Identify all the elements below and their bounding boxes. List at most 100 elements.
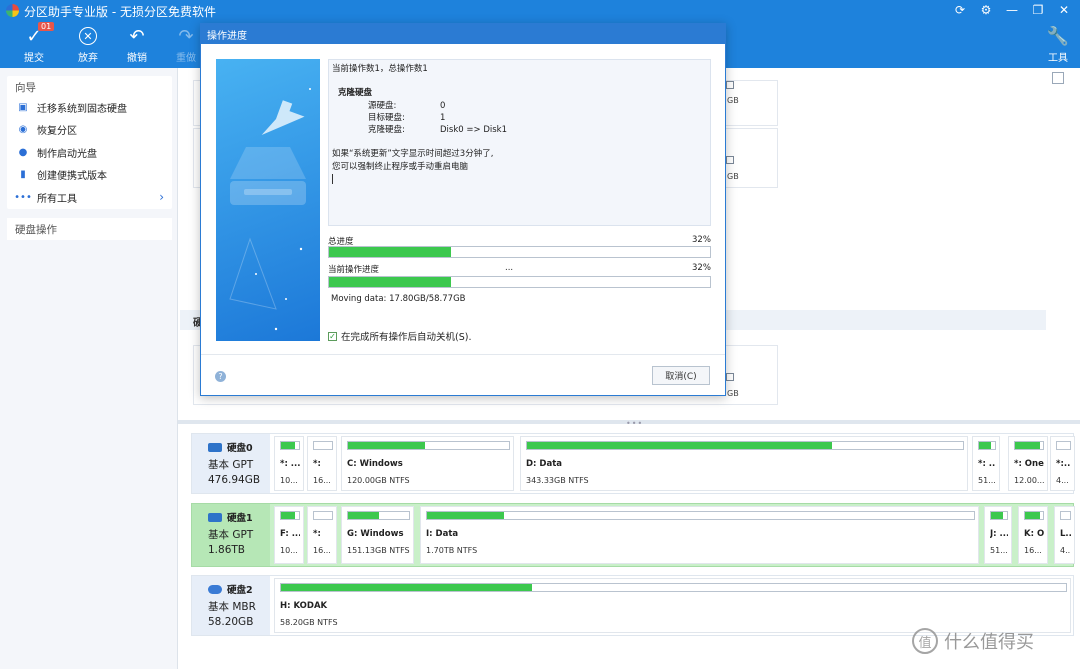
current-progress-label: 当前操作进度	[328, 265, 380, 275]
partition-detail: 58.20GB NTFS	[280, 618, 338, 627]
partition-usage-fill	[348, 512, 379, 519]
tools-button[interactable]: 🔧 工具	[1038, 24, 1078, 65]
partition-block[interactable]: *: ... 10...	[274, 436, 304, 491]
checkbox-icon	[726, 156, 734, 164]
log-row: 克隆硬盘: Disk0 => Disk1	[332, 124, 707, 136]
partition-block[interactable]: D: Data 343.33GB NTFS	[520, 436, 968, 491]
dialog-illustration	[216, 59, 320, 341]
checkbox-checked-icon: ✓	[328, 331, 337, 341]
partition-usage-bar	[526, 441, 964, 450]
log-note: 如果“系统更新”文字显示时间超过3分钟了,	[332, 149, 494, 160]
partition-block[interactable]: I: Data 1.70TB NTFS	[420, 506, 979, 564]
minimize-button[interactable]: —	[1002, 2, 1022, 18]
app-title: 分区助手专业版 - 无损分区免费软件	[24, 5, 216, 19]
pending-count-badge: 01	[38, 22, 55, 31]
migrate-icon: ▣	[18, 101, 28, 113]
sidebar-item-boot-disc[interactable]: ● 制作启动光盘	[7, 141, 172, 164]
disk-row[interactable]: 硬盘1 基本 GPT 1.86TB F: ... 10... *: 16... G: Wind…	[191, 503, 1075, 567]
discard-button[interactable]: ✕ 放弃	[68, 24, 108, 64]
total-progress-fill	[329, 247, 451, 257]
help-icon[interactable]: ?	[215, 371, 226, 382]
disk-name: 硬盘0	[208, 440, 270, 454]
submit-button[interactable]: ✓ 01 提交	[14, 22, 55, 64]
partition-block[interactable]: *: ... 51...	[972, 436, 1000, 491]
disk-info[interactable]: 硬盘0 基本 GPT 476.94GB	[192, 434, 270, 493]
partition-block[interactable]: *: 16...	[307, 436, 337, 491]
partition-label: *: ...	[280, 459, 300, 469]
close-button[interactable]: ✕	[1054, 2, 1074, 18]
partition-block[interactable]: G: Windows 151.13GB NTFS	[341, 506, 414, 564]
recover-icon: ◉	[18, 124, 28, 136]
auto-shutdown-checkbox[interactable]: ✓ 在完成所有操作后自动关机(S).	[328, 329, 471, 343]
disk-row[interactable]: 硬盘0 基本 GPT 476.94GB *: ... 10... *: 16... C: Wi…	[191, 433, 1075, 494]
disk-info[interactable]: 硬盘1 基本 GPT 1.86TB	[192, 504, 270, 566]
partition-detail: 120.00GB NTFS	[347, 476, 410, 485]
total-progress-percent: 32%	[692, 235, 711, 245]
partition-block[interactable]: H: KODAK 58.20GB NTFS	[274, 578, 1071, 633]
sidebar-item-label: 创建便携式版本	[37, 171, 107, 183]
partition-block[interactable]: K: O... 16...	[1018, 506, 1048, 564]
partition-label: *: One...	[1014, 459, 1044, 469]
sidebar-item-all-tools[interactable]: ••• 所有工具 ›	[7, 186, 172, 209]
partition-detail: 151.13GB NTFS	[347, 546, 410, 555]
partition-detail: 1.70TB NTFS	[426, 546, 478, 555]
partition-usage-bar	[280, 441, 300, 450]
partition-block[interactable]: L... 4...	[1054, 506, 1075, 564]
partition-block[interactable]: *: One... 12.00...	[1008, 436, 1048, 491]
cancel-button[interactable]: 取消(C)	[652, 366, 710, 385]
partition-detail: 10...	[280, 546, 298, 555]
partition-block[interactable]: F: ... 10...	[274, 506, 304, 564]
sidebar-item-migrate-os[interactable]: ▣ 迁移系统到固态硬盘	[7, 96, 172, 119]
partition-block[interactable]: J: ... 51...	[984, 506, 1012, 564]
partition-label: I: Data	[426, 529, 459, 539]
partition-usage-bar	[1056, 441, 1071, 450]
restore-button[interactable]: ❐	[1028, 2, 1048, 18]
text-cursor	[332, 174, 333, 185]
download-tray-icon	[229, 88, 311, 331]
partition-detail: 16...	[1024, 546, 1042, 555]
partition-detail: 4...	[1060, 546, 1071, 555]
disk-row[interactable]: 硬盘2 基本 MBR 58.20GB H: KODAK 58.20GB NTFS	[191, 575, 1074, 636]
sidebar-item-label: 制作启动光盘	[37, 148, 97, 160]
current-progress-bar	[328, 276, 711, 288]
hard-disk-icon	[208, 442, 222, 452]
disk-size: 1.86TB	[208, 544, 245, 556]
disk-info[interactable]: 硬盘2 基本 MBR 58.20GB	[192, 576, 270, 635]
partition-label: D: Data	[526, 459, 563, 469]
view-toggle-icon[interactable]	[1052, 72, 1064, 84]
settings-icon[interactable]: ⚙	[976, 2, 996, 18]
undo-label: 撤销	[127, 53, 147, 64]
operation-log: 当前操作数1，总操作数1 克隆硬盘 源硬盘: 0 目标硬盘: 1 克隆硬盘: D…	[328, 59, 711, 226]
undo-button[interactable]: ↶ 撤销	[117, 24, 157, 65]
partition-block[interactable]: *: 16...	[307, 506, 337, 564]
log-key: 目标硬盘:	[368, 112, 405, 123]
disk-name-text: 硬盘0	[227, 443, 253, 454]
checkbox-icon	[726, 81, 734, 89]
sidebar-item-label: 迁移系统到固态硬盘	[37, 103, 127, 115]
sidebar-item-portable[interactable]: ▮ 创建便携式版本	[7, 164, 172, 187]
usb-icon: ▮	[20, 169, 26, 181]
submit-label: 提交	[24, 53, 44, 64]
partition-block[interactable]: *:... 4...	[1050, 436, 1075, 491]
partition-label: H: KODAK	[280, 601, 328, 611]
partition-usage-fill	[427, 512, 504, 519]
partition-usage-bar	[313, 511, 333, 520]
log-value: 1	[440, 112, 446, 123]
watermark-text: 什么值得买	[944, 632, 1034, 653]
partition-usage-bar	[1014, 441, 1044, 450]
partition-usage-fill	[1025, 512, 1041, 519]
sidebar-item-recover-partition[interactable]: ◉ 恢复分区	[7, 119, 172, 142]
refresh-icon[interactable]: ⟳	[950, 2, 970, 18]
partition-detail: 16...	[313, 476, 331, 485]
sidebar-item-label: 所有工具	[37, 193, 77, 205]
checkbox-icon	[726, 373, 734, 381]
log-key: 源硬盘:	[368, 100, 397, 111]
partition-label: J: ...	[990, 529, 1008, 539]
partition-label: C: Windows	[347, 459, 403, 469]
watermark: 值 什么值得买	[912, 628, 1034, 654]
disk-name: 硬盘2	[208, 582, 270, 596]
cancel-circle-icon: ✕	[79, 27, 97, 45]
partition-block[interactable]: C: Windows 120.00GB NTFS	[341, 436, 514, 491]
partition-label: *:	[313, 529, 321, 539]
partition-label: F: ...	[280, 529, 300, 539]
